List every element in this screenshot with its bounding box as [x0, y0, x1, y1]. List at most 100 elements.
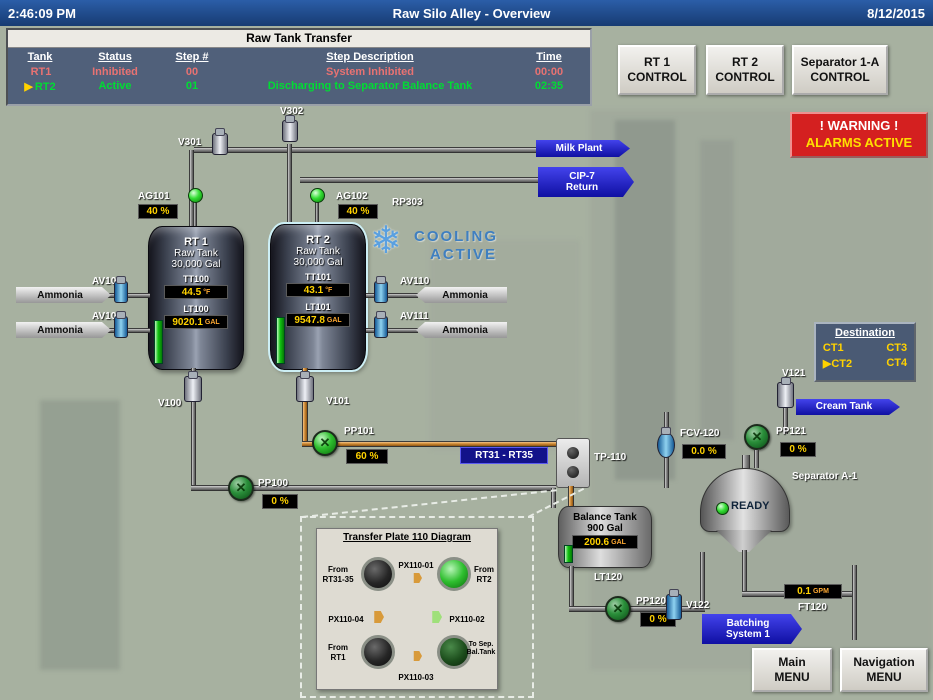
pump-pp121-label: PP121 — [776, 426, 806, 437]
cell-time: 00:00 — [516, 66, 582, 78]
cooling-status-line1: COOLING — [414, 228, 498, 245]
separator-ready-status: READY — [731, 500, 770, 512]
fcv120-value: 0.0 % — [682, 444, 726, 459]
valve-v100[interactable] — [184, 376, 202, 402]
valve-av101[interactable] — [114, 316, 128, 338]
transfer-table-title: Raw Tank Transfer — [8, 30, 590, 48]
batching-system-route-arrow: Batching System 1 — [702, 614, 802, 644]
background-photo-shape — [700, 140, 734, 440]
page-title: Raw Silo Alley - Overview — [76, 6, 867, 21]
pipe — [300, 177, 540, 183]
tank-rt1[interactable]: RT 1 Raw Tank 30,000 Gal TT100 44.5°F LT… — [148, 226, 244, 370]
to-separator-label: To Sep.Bal.Tank — [465, 641, 497, 658]
fcv120-label: FCV-120 — [680, 428, 719, 439]
pump-pp100[interactable] — [228, 475, 254, 501]
pump-pp101-label: PP101 — [344, 426, 374, 437]
valve-av100[interactable] — [114, 281, 128, 303]
from-rt2-label: FromRT2 — [471, 565, 497, 584]
pipe — [754, 450, 759, 468]
lt100-label: LT100 — [183, 304, 208, 314]
hex-port-icon — [429, 611, 442, 623]
cell-step: 01 — [160, 80, 224, 92]
transfer-plate-tp110[interactable] — [556, 438, 590, 488]
port-px110-02-top — [437, 557, 471, 591]
alarm-warning-banner[interactable]: ! WARNING ! ALARMS ACTIVE — [790, 112, 928, 158]
agitator-ag102-run-led — [310, 188, 325, 203]
valve-v122[interactable] — [666, 594, 682, 620]
valve-v302[interactable] — [282, 120, 298, 142]
balance-level-bar — [564, 545, 573, 563]
pipe — [194, 147, 540, 153]
from-rt31-label: FromRT31-35 — [317, 565, 359, 584]
pump-pp101[interactable] — [312, 430, 338, 456]
callout-line — [302, 489, 557, 518]
lt101-value: 9547.8GAL — [286, 313, 350, 327]
rp303-label: RP303 — [392, 197, 423, 208]
plate-port-icon — [567, 466, 579, 478]
plate-diagram-title: Transfer Plate 110 Diagram — [317, 532, 497, 543]
agitator-shaft — [193, 200, 197, 228]
pump-pp100-value: 0 % — [262, 494, 298, 509]
valve-av111-label: AV111 — [400, 311, 429, 322]
col-tank: Tank — [10, 51, 70, 63]
agitator-ag101-value: 40 % — [138, 204, 178, 219]
cell-description: Discharging to Separator Balance Tank — [224, 80, 516, 92]
valve-v121[interactable] — [777, 382, 794, 408]
valve-v101-label: V101 — [326, 396, 349, 407]
separator-control-button[interactable]: Separator 1-A CONTROL — [792, 45, 888, 95]
transfer-plate-diagram: Transfer Plate 110 Diagram FromRT31-35 P… — [316, 528, 498, 690]
tank-rt2[interactable]: RT 2 Raw Tank 30,000 Gal TT101 43.1°F LT… — [270, 224, 366, 370]
table-row: RT1 Inhibited 00 System Inhibited 00:00 — [8, 65, 590, 79]
valve-av111[interactable] — [374, 316, 388, 338]
valve-v301-label: V301 — [178, 137, 201, 148]
main-menu-button[interactable]: Main MENU — [752, 648, 832, 692]
hmi-screen: 2:46:09 PM Raw Silo Alley - Overview 8/1… — [0, 0, 933, 700]
px110-02-label: PX110-02 — [445, 615, 489, 625]
pump-pp121-value: 0 % — [780, 442, 816, 457]
table-row: ▶RT2 Active 01 Discharging to Separator … — [8, 79, 590, 93]
pipe — [852, 565, 857, 640]
rt2-control-button[interactable]: RT 2 CONTROL — [706, 45, 784, 95]
px110-01-label: PX110-01 — [395, 561, 437, 571]
cell-status: Active — [70, 80, 160, 92]
background-photo-shape — [40, 400, 120, 670]
lt120-value: 200.6GAL — [572, 535, 638, 549]
balance-tank[interactable]: Balance Tank 900 Gal 200.6GAL — [558, 506, 652, 568]
tt100-value: 44.5°F — [164, 285, 228, 299]
transfer-table-header: Tank Status Step # Step Description Time — [8, 48, 590, 65]
background-photo-shape — [430, 240, 580, 450]
col-step: Step # — [160, 51, 224, 63]
px110-04-label: PX110-04 — [325, 615, 367, 625]
from-rt1-label: FromRT1 — [317, 643, 359, 662]
rt1-level-bar — [154, 320, 163, 364]
milk-plant-route-arrow: Milk Plant — [536, 140, 630, 157]
lt101-label: LT101 — [305, 302, 330, 312]
port-px110-01 — [361, 557, 395, 591]
destination-ct4: CT4 — [886, 357, 907, 370]
plate-port-icon — [567, 447, 579, 459]
cooling-status-line2: ACTIVE — [430, 246, 497, 263]
pump-pp120-label: PP120 — [636, 596, 666, 607]
ammonia-supply-arrow: Ammonia — [416, 287, 507, 303]
pump-pp120[interactable] — [605, 596, 631, 622]
tp110-label: TP-110 — [594, 452, 626, 463]
valve-av110[interactable] — [374, 281, 388, 303]
valve-v101[interactable] — [296, 376, 314, 402]
lt120-label: LT120 — [594, 572, 622, 583]
rt31-rt35-route-tag: RT31 - RT35 — [460, 447, 548, 464]
agitator-ag102-label: AG102 — [336, 191, 368, 202]
rt1-control-button[interactable]: RT 1 CONTROL — [618, 45, 696, 95]
raw-tank-transfer-panel: Raw Tank Transfer Tank Status Step # Ste… — [6, 28, 592, 106]
ammonia-supply-arrow: Ammonia — [16, 287, 111, 303]
separator-ready-led — [716, 502, 729, 515]
cell-tank: RT2 — [35, 81, 56, 93]
destination-ct1: CT1 — [823, 342, 844, 354]
col-description: Step Description — [224, 51, 516, 63]
valve-fcv120[interactable] — [657, 432, 675, 458]
cip7-return-route-arrow: CIP-7 Return — [538, 167, 634, 197]
pump-pp121[interactable] — [744, 424, 770, 450]
valve-v301[interactable] — [212, 133, 228, 155]
pipe — [569, 566, 574, 608]
navigation-menu-button[interactable]: Navigation MENU — [840, 648, 928, 692]
pump-pp100-label: PP100 — [258, 478, 288, 489]
